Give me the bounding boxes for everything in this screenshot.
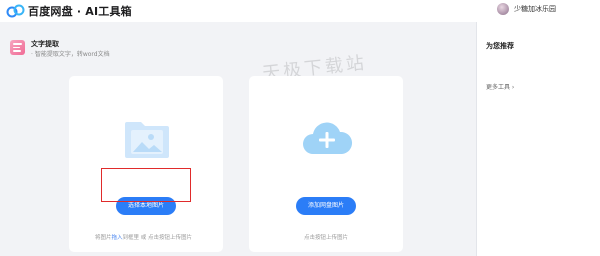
top-bar: 百度网盘 · AI工具箱 少糖加冰乐园 [0,0,600,20]
recommend-title: 为您推荐 [486,42,514,50]
netdisk-upload-card[interactable]: 添加网盘图片 点击按钮上传图片 [249,76,403,252]
add-netdisk-image-button[interactable]: 添加网盘图片 [296,197,356,215]
sidebar: 为您推荐 更多工具 › [477,22,600,256]
main-content: 文字提取 · 智能提取文字，转word文档 天极下载站 选择本地图片 将图片拖入… [0,22,476,256]
cloud-add-icon [303,122,353,154]
user-menu[interactable]: 少糖加冰乐园 [497,3,556,15]
tool-name: 文字提取 [31,40,59,48]
tool-description: · 智能提取文字，转word文档 [31,51,110,58]
app-title: 百度网盘 · AI工具箱 [28,5,132,18]
local-upload-hint: 将图片拖入到框里 或 点击按钮上传图片 [95,235,193,241]
username[interactable]: 少糖加冰乐园 [514,4,556,14]
netdisk-upload-hint: 点击按钮上传图片 [304,235,349,241]
local-upload-card[interactable]: 选择本地图片 将图片拖入到框里 或 点击按钮上传图片 [69,76,223,252]
avatar[interactable] [497,3,509,15]
image-folder-icon [125,122,169,158]
more-tools-link[interactable]: 更多工具 › [486,82,514,91]
baidu-netdisk-logo-icon [6,4,25,18]
drag-in-text: 拖入 [111,235,123,241]
highlight-box [101,168,191,202]
text-extract-icon [10,40,25,55]
